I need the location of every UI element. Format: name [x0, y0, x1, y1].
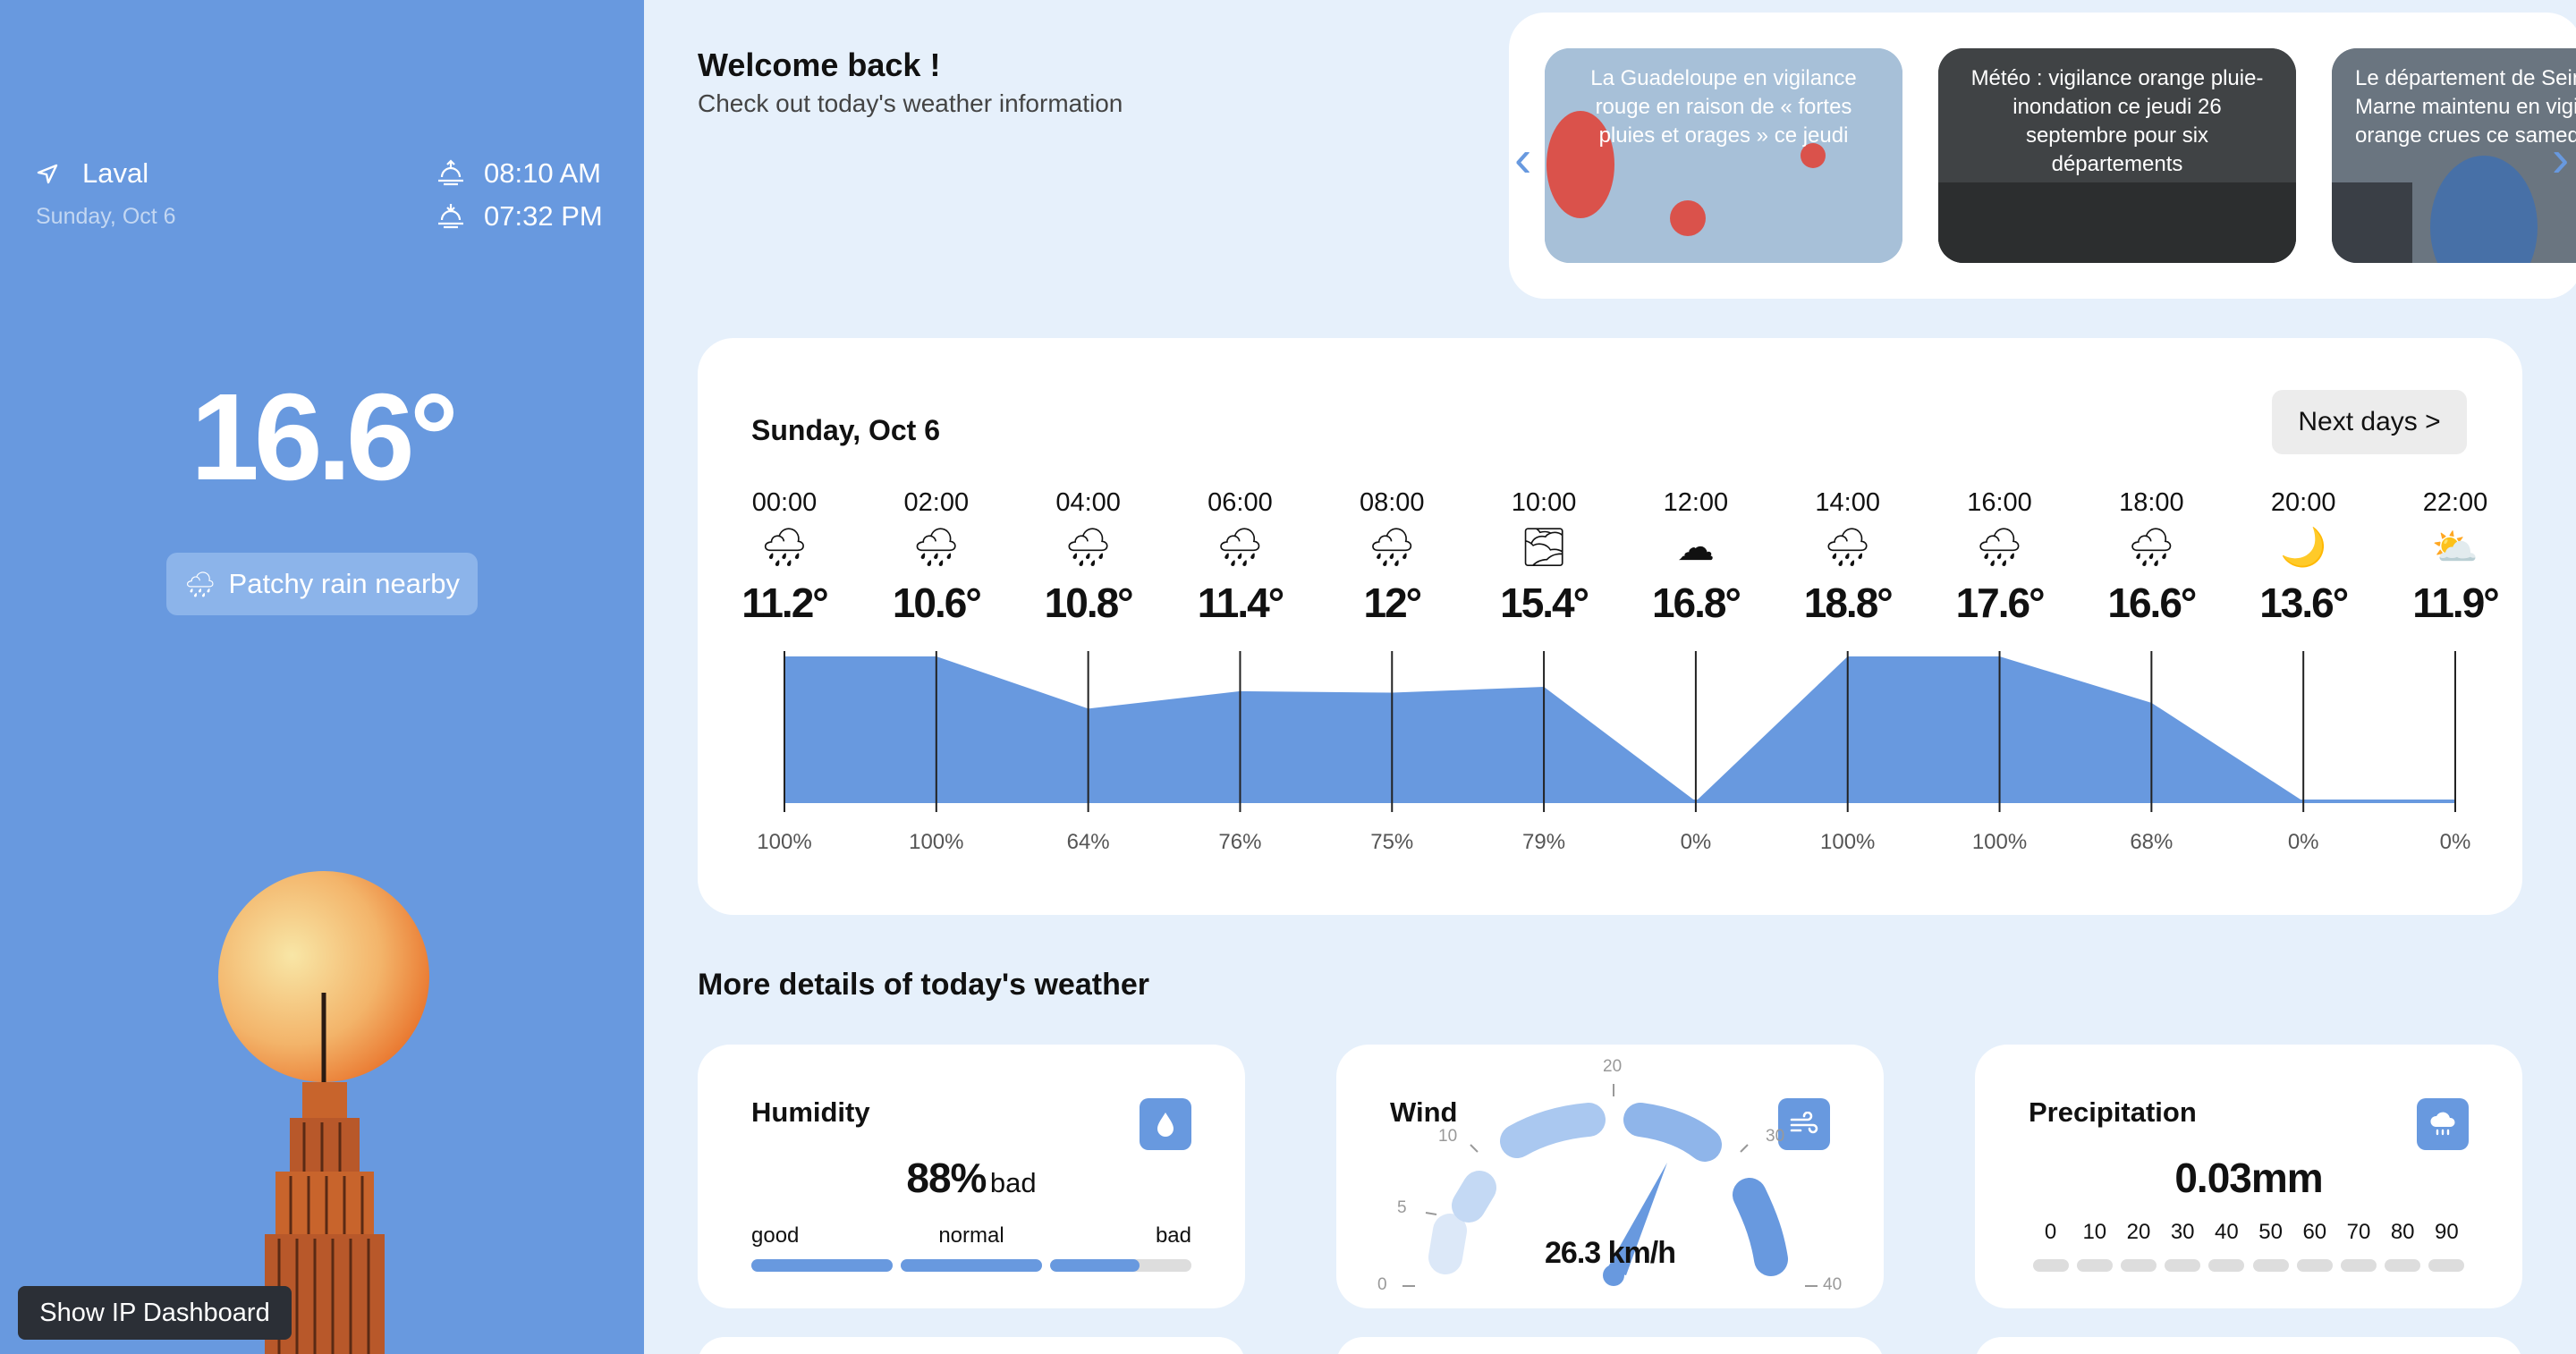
wind-scale-20: 20 [1603, 1057, 1623, 1076]
sunrise-icon [438, 159, 463, 186]
carousel-next-icon[interactable]: › [2552, 129, 2569, 189]
precipitation-scale-label: 10 [2082, 1220, 2107, 1244]
precipitation-scale-label: 0 [2044, 1220, 2057, 1244]
rain-chance-label: 75% [1370, 830, 1414, 854]
precipitation-scale-label: 40 [2215, 1220, 2239, 1244]
wind-scale-30: 30 [1766, 1127, 1785, 1146]
cloud-rain-icon [2417, 1098, 2469, 1150]
welcome-title: Welcome back ! [698, 47, 941, 83]
main-content: Welcome back ! Check out today's weather… [644, 0, 2576, 1354]
welcome-subtitle: Check out today's weather information [698, 89, 1123, 117]
rain-chance-area [784, 656, 2455, 801]
precipitation-scale-label: 30 [2170, 1220, 2195, 1244]
wind-scale-5: 5 [1397, 1198, 1407, 1217]
humidity-bar-fill [1050, 1259, 1140, 1272]
wind-card: Wind 0 5 10 20 30 40 26.3 km/h [1336, 1045, 1884, 1308]
precipitation-title: Precipitation [2029, 1096, 2197, 1128]
wind-scale-0: 0 [1377, 1275, 1387, 1294]
humidity-label-normal: normal [938, 1223, 1004, 1248]
news-card[interactable]: Météo : vigilance orange pluie-inondatio… [1938, 48, 2296, 263]
humidity-card: Humidity 88% bad good normal bad [698, 1045, 1245, 1308]
wind-scale-40: 40 [1823, 1275, 1843, 1294]
precipitation-scale-segment [2032, 1259, 2069, 1272]
precipitation-scale-segment [2252, 1259, 2289, 1272]
condition-badge: 🌧 Patchy rain nearby [166, 553, 478, 615]
sunset-time: 07:32 PM [484, 200, 603, 232]
details-section-title: More details of today's weather [698, 968, 1149, 1002]
precipitation-scale-label: 20 [2126, 1220, 2151, 1244]
humidity-quality: bad [989, 1167, 1037, 1198]
precipitation-value: 0.03mm [2174, 1155, 2323, 1201]
precipitation-scale-segment [2385, 1259, 2421, 1272]
rain-chance-label: 68% [2130, 830, 2174, 854]
rain-chance-label: 100% [757, 830, 812, 854]
precipitation-scale-label: 80 [2390, 1220, 2415, 1244]
humidity-value: 88% [906, 1155, 987, 1201]
humidity-value-row: 88% bad [698, 1154, 1245, 1202]
precipitation-scale-segment [2121, 1259, 2157, 1272]
water-drop-icon [1140, 1098, 1191, 1150]
show-ip-dashboard-button[interactable]: Show IP Dashboard [18, 1286, 292, 1340]
cloud-rain-icon: 🌧 [183, 570, 216, 598]
rain-chance-label: 0% [2439, 830, 2471, 854]
precipitation-scale-segment [2341, 1259, 2377, 1272]
humidity-title: Humidity [751, 1096, 870, 1128]
precipitation-scale-label: 60 [2302, 1220, 2327, 1244]
news-card[interactable]: La Guadeloupe en vigilance rouge en rais… [1545, 48, 1902, 263]
precipitation-scale-segment [2296, 1259, 2333, 1272]
news-title: La Guadeloupe en vigilance rouge en rais… [1590, 66, 1857, 148]
sidebar: Laval Sunday, Oct 6 08:10 AM 07:32 PM 16… [0, 0, 644, 1354]
detail-card-more [1975, 1337, 2522, 1354]
precipitation-card: Precipitation 0.03mm 0 10 20 30 40 50 60 70 80 90 [1975, 1045, 2522, 1308]
carousel-prev-icon[interactable]: ‹ [1514, 129, 1531, 189]
humidity-bar-good [751, 1259, 893, 1272]
detail-card-more [698, 1337, 1245, 1354]
location-date: Sunday, Oct 6 [36, 204, 176, 229]
rain-chance-label: 100% [1971, 830, 2028, 854]
news-carousel: La Guadeloupe en vigilance rouge en rais… [1509, 13, 2576, 299]
precipitation-scale-label: 90 [2435, 1220, 2459, 1244]
rain-chance-label: 0% [2287, 830, 2319, 854]
news-title: Le département de Seine-et-Marne mainten… [2355, 66, 2576, 148]
detail-card-more [1336, 1337, 1884, 1354]
precipitation-scale-segment [2208, 1259, 2245, 1272]
rain-chance-label: 64% [1066, 830, 1110, 854]
humidity-bar-bad [1050, 1259, 1191, 1272]
precipitation-scale-segment [2076, 1259, 2113, 1272]
sunset-icon [438, 204, 463, 229]
precipitation-scale-label: 70 [2346, 1220, 2371, 1244]
humidity-bar-normal [901, 1259, 1042, 1272]
news-card[interactable]: Le département de Seine-et-Marne mainten… [2332, 48, 2576, 263]
rain-chance-label: 100% [1820, 830, 1876, 854]
precipitation-scale-segment [2428, 1259, 2465, 1272]
precipitation-scale-label: 50 [2258, 1220, 2283, 1244]
current-temperature: 16.6° [191, 368, 459, 506]
condition-label: Patchy rain nearby [228, 568, 461, 599]
rain-chance-label: 0% [1680, 830, 1712, 854]
rain-chance-label: 79% [1522, 830, 1566, 854]
hourly-forecast-card: Sunday, Oct 6 Next days > 00:00 🌧 11.2° 02:… [698, 338, 2522, 915]
sunrise-time: 08:10 AM [484, 157, 601, 189]
wind-speed-value: 26.3 km/h [1545, 1236, 1676, 1270]
humidity-label-good: good [751, 1223, 800, 1248]
precipitation-scale-segment [2165, 1259, 2201, 1272]
humidity-label-bad: bad [1155, 1223, 1191, 1248]
location-name: Laval [82, 157, 149, 189]
rain-chance-label: 76% [1218, 830, 1262, 854]
wind-scale-10: 10 [1438, 1127, 1458, 1146]
precipitation-chance-chart [784, 651, 2456, 812]
rain-chance-label: 100% [909, 830, 964, 854]
location-arrow-icon [37, 164, 58, 184]
city-illustration [218, 871, 429, 1354]
